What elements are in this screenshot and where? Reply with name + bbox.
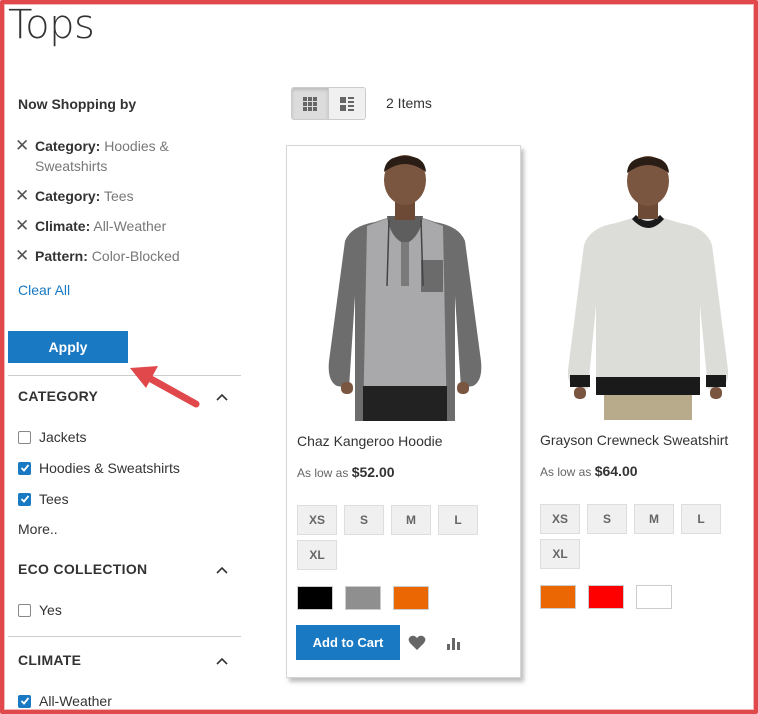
size-swatch[interactable]: L <box>438 505 478 535</box>
heart-icon[interactable] <box>408 635 426 651</box>
product-image[interactable] <box>530 145 758 425</box>
product-price: As low as $52.00 <box>297 464 395 480</box>
product-name[interactable]: Chaz Kangeroo Hoodie <box>297 433 443 449</box>
checkbox[interactable] <box>18 603 31 617</box>
clear-all-link[interactable]: Clear All <box>18 282 70 298</box>
color-swatch[interactable] <box>540 585 576 609</box>
filter-label: Pattern: <box>35 248 88 264</box>
remove-filter-icon[interactable]: ✕ <box>15 246 35 265</box>
product-image[interactable] <box>287 146 522 426</box>
checkbox[interactable] <box>18 461 31 475</box>
product-photo <box>328 155 481 421</box>
checkbox[interactable] <box>18 430 31 444</box>
size-swatch[interactable]: XS <box>297 505 337 535</box>
filter-section-title[interactable]: ECO COLLECTION <box>18 561 147 577</box>
size-swatches: XS S M L XL <box>297 505 497 570</box>
filter-label: Category: <box>35 188 101 204</box>
compare-icon[interactable] <box>446 636 462 650</box>
filter-option[interactable]: Hoodies & Sweatshirts <box>18 460 180 476</box>
color-swatch[interactable] <box>393 586 429 610</box>
filter-option[interactable]: Tees <box>18 491 69 507</box>
size-swatch[interactable]: M <box>634 504 674 534</box>
checkmark-icon <box>20 464 29 472</box>
product-photo <box>567 156 728 420</box>
color-swatch[interactable] <box>297 586 333 610</box>
product-card[interactable]: Chaz Kangeroo Hoodie As low as $52.00 XS… <box>286 145 521 678</box>
filter-value: Tees <box>104 188 134 204</box>
filter-label: Climate: <box>35 218 91 234</box>
filter-label: Category: <box>35 138 101 154</box>
remove-filter-icon[interactable]: ✕ <box>15 136 35 155</box>
remove-filter-icon[interactable]: ✕ <box>15 186 35 205</box>
color-swatches <box>540 585 672 609</box>
chevron-up-icon[interactable] <box>214 653 230 669</box>
product-price: As low as $64.00 <box>540 463 638 479</box>
grid-view-button[interactable] <box>292 88 328 119</box>
size-swatch[interactable]: XL <box>297 540 337 570</box>
filter-value: Color-Blocked <box>91 248 180 264</box>
sidebar-divider <box>8 375 241 376</box>
color-swatch[interactable] <box>636 585 672 609</box>
checkbox[interactable] <box>18 492 31 506</box>
color-swatch[interactable] <box>588 585 624 609</box>
filter-section-title[interactable]: CLIMATE <box>18 652 81 668</box>
active-filter: ✕ Category: Tees <box>15 186 245 206</box>
active-filter: ✕ Climate: All-Weather <box>15 216 245 236</box>
product-card[interactable]: Grayson Crewneck Sweatshirt As low as $6… <box>530 145 758 678</box>
active-filter: ✕ Category: Hoodies & Sweatshirts <box>15 136 245 176</box>
size-swatch[interactable]: S <box>344 505 384 535</box>
chevron-up-icon[interactable] <box>214 562 230 578</box>
apply-button[interactable]: Apply <box>8 331 128 363</box>
grid-icon <box>303 96 317 111</box>
color-swatch[interactable] <box>345 586 381 610</box>
filter-option[interactable]: Yes <box>18 602 62 618</box>
annotation-arrow-icon <box>130 366 200 408</box>
sidebar-divider <box>8 636 241 637</box>
filter-value: All-Weather <box>93 218 167 234</box>
product-name[interactable]: Grayson Crewneck Sweatshirt <box>540 432 728 448</box>
more-link[interactable]: More.. <box>18 521 58 537</box>
size-swatch[interactable]: XL <box>540 539 580 569</box>
items-count: 2 Items <box>386 95 432 111</box>
now-shopping-title: Now Shopping by <box>18 96 137 112</box>
size-swatch[interactable]: S <box>587 504 627 534</box>
remove-filter-icon[interactable]: ✕ <box>15 216 35 235</box>
view-mode-switcher <box>291 87 366 120</box>
size-swatch[interactable]: L <box>681 504 721 534</box>
checkmark-icon <box>20 697 29 705</box>
chevron-up-icon[interactable] <box>214 389 230 405</box>
filter-option[interactable]: All-Weather <box>18 693 112 709</box>
checkbox[interactable] <box>18 694 31 708</box>
filter-section-title[interactable]: CATEGORY <box>18 388 98 404</box>
filter-option[interactable]: Jackets <box>18 429 86 445</box>
size-swatch[interactable]: XS <box>540 504 580 534</box>
list-icon <box>340 96 354 111</box>
active-filters: ✕ Category: Hoodies & Sweatshirts ✕ Cate… <box>15 136 245 276</box>
active-filter: ✕ Pattern: Color-Blocked <box>15 246 245 266</box>
size-swatch[interactable]: M <box>391 505 431 535</box>
page-title: Tops <box>8 2 95 48</box>
color-swatches <box>297 586 429 610</box>
size-swatches: XS S M L XL <box>540 504 740 569</box>
add-to-cart-button[interactable]: Add to Cart <box>296 625 400 660</box>
list-view-button[interactable] <box>328 88 365 119</box>
checkmark-icon <box>20 495 29 503</box>
